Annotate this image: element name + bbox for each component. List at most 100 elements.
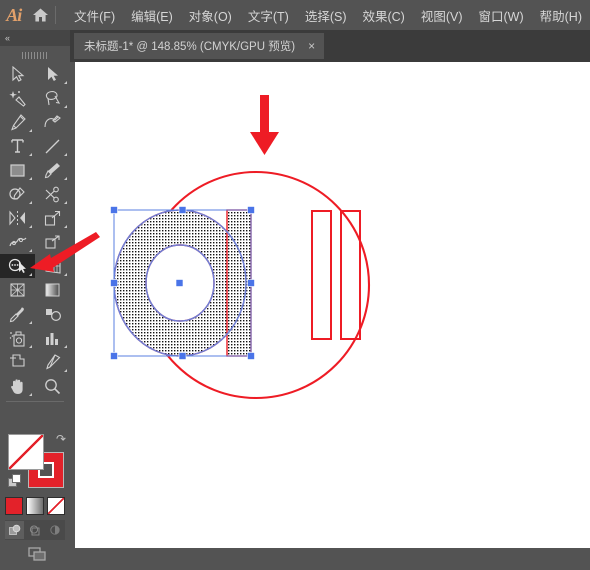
color-mode-row: [5, 494, 65, 518]
none-swatch-button[interactable]: [47, 497, 65, 515]
artboard-tool[interactable]: [0, 350, 35, 374]
scissors-tool[interactable]: [35, 182, 70, 206]
down-arrow-annotation: [250, 95, 279, 155]
direct-selection-tool[interactable]: [35, 62, 70, 86]
menu-item-list: 文件(F) 编辑(E) 对象(O) 文字(T) 选择(S) 效果(C) 视图(V…: [66, 2, 590, 29]
none-slash-icon: [9, 435, 43, 469]
shaper-tool[interactable]: [0, 182, 35, 206]
handle-ne: [247, 206, 255, 214]
tools-panel: « ↷: [0, 30, 70, 561]
flyout-indicator-icon: [29, 177, 32, 180]
flyout-indicator-icon: [64, 225, 67, 228]
type-tool[interactable]: [0, 134, 35, 158]
draw-behind-button[interactable]: [25, 521, 44, 539]
fill-stroke-controls: ↷: [0, 430, 70, 492]
tools-panel-header: «: [0, 30, 70, 46]
flyout-indicator-icon: [29, 225, 32, 228]
pen-tool[interactable]: [0, 110, 35, 134]
menu-divider: [55, 6, 57, 24]
fill-color-swatch[interactable]: [8, 434, 44, 470]
menu-help[interactable]: 帮助(H): [532, 2, 590, 29]
app-logo: Ai: [6, 4, 22, 25]
flyout-indicator-icon: [64, 249, 67, 252]
swap-fill-stroke-icon[interactable]: ↷: [56, 432, 66, 446]
artboard-canvas[interactable]: [75, 62, 590, 548]
curvature-tool[interactable]: [35, 110, 70, 134]
draw-inside-button[interactable]: [45, 521, 64, 539]
artwork-svg: [110, 95, 371, 400]
symbol-sprayer-tool[interactable]: [0, 326, 35, 350]
eyedropper-tool[interactable]: [0, 302, 35, 326]
bar-rect-right[interactable]: [340, 210, 361, 340]
home-icon[interactable]: [27, 0, 53, 30]
bar-rect-left[interactable]: [311, 210, 332, 340]
flyout-indicator-icon: [29, 393, 32, 396]
menu-effect[interactable]: 效果(C): [354, 2, 412, 29]
flyout-indicator-icon: [29, 273, 32, 276]
blend-tool[interactable]: [35, 302, 70, 326]
document-tab-title: 未标题-1* @ 148.85% (CMYK/GPU 预览): [84, 41, 296, 53]
flyout-indicator-icon: [64, 153, 67, 156]
close-icon[interactable]: ×: [305, 40, 318, 52]
handle-s: [178, 352, 187, 360]
collapse-panel-icon[interactable]: «: [5, 33, 10, 43]
selection-tool[interactable]: [0, 62, 35, 86]
default-fill-stroke-icon[interactable]: [8, 474, 21, 487]
flyout-indicator-icon: [64, 81, 67, 84]
color-swatch-button[interactable]: [5, 497, 23, 515]
rectangle-tool[interactable]: [0, 158, 35, 182]
menu-window[interactable]: 窗口(W): [471, 2, 532, 29]
flyout-indicator-icon: [64, 369, 67, 372]
flyout-indicator-icon: [29, 201, 32, 204]
handle-w: [110, 279, 118, 287]
shape-builder-tool[interactable]: [0, 254, 35, 278]
mesh-tool[interactable]: [0, 278, 35, 302]
paintbrush-tool[interactable]: [35, 158, 70, 182]
rotate-reflect-tool[interactable]: [0, 206, 35, 230]
menu-edit[interactable]: 编辑(E): [123, 2, 181, 29]
menu-type[interactable]: 文字(T): [240, 2, 297, 29]
panel-grip-handle[interactable]: [22, 52, 49, 59]
hand-tool[interactable]: [0, 374, 35, 398]
perspective-grid-tool[interactable]: [35, 254, 70, 278]
column-graph-tool[interactable]: [35, 326, 70, 350]
menu-bar: Ai 文件(F) 编辑(E) 对象(O) 文字(T) 选择(S) 效果(C) 视…: [0, 0, 590, 30]
illustrator-window: Ai 文件(F) 编辑(E) 对象(O) 文字(T) 选择(S) 效果(C) 视…: [0, 0, 590, 561]
slice-tool[interactable]: [35, 350, 70, 374]
flyout-indicator-icon: [64, 177, 67, 180]
lasso-tool[interactable]: [35, 86, 70, 110]
handle-e: [247, 279, 255, 287]
flyout-indicator-icon: [29, 153, 32, 156]
flyout-indicator-icon: [29, 249, 32, 252]
handle-se: [247, 352, 255, 360]
flyout-indicator-icon: [29, 345, 32, 348]
draw-normal-button[interactable]: [5, 521, 24, 539]
menu-view[interactable]: 视图(V): [413, 2, 471, 29]
flyout-indicator-icon: [64, 345, 67, 348]
handle-n: [178, 206, 187, 214]
handle-nw: [110, 206, 118, 214]
flyout-indicator-icon: [64, 201, 67, 204]
zoom-tool[interactable]: [35, 374, 70, 398]
magic-wand-tool[interactable]: [0, 86, 35, 110]
line-segment-tool[interactable]: [35, 134, 70, 158]
handle-center: [175, 279, 184, 287]
gradient-tool[interactable]: [35, 278, 70, 302]
flyout-indicator-icon: [29, 129, 32, 132]
width-warp-tool[interactable]: [0, 230, 35, 254]
menu-object[interactable]: 对象(O): [181, 2, 240, 29]
free-transform-tool[interactable]: [35, 230, 70, 254]
tools-divider: [6, 401, 64, 402]
gradient-swatch-button[interactable]: [26, 497, 44, 515]
change-screen-mode-button[interactable]: [22, 545, 50, 565]
document-tab-bar: 未标题-1* @ 148.85% (CMYK/GPU 预览) ×: [70, 30, 590, 62]
flyout-indicator-icon: [29, 321, 32, 324]
handle-sw: [110, 352, 118, 360]
scale-tool[interactable]: [35, 206, 70, 230]
tool-grid: [0, 62, 70, 398]
document-tab[interactable]: 未标题-1* @ 148.85% (CMYK/GPU 预览) ×: [74, 33, 325, 59]
flyout-indicator-icon: [64, 273, 67, 276]
menu-select[interactable]: 选择(S): [297, 2, 355, 29]
menu-file[interactable]: 文件(F): [66, 2, 123, 29]
flyout-indicator-icon: [64, 105, 67, 108]
